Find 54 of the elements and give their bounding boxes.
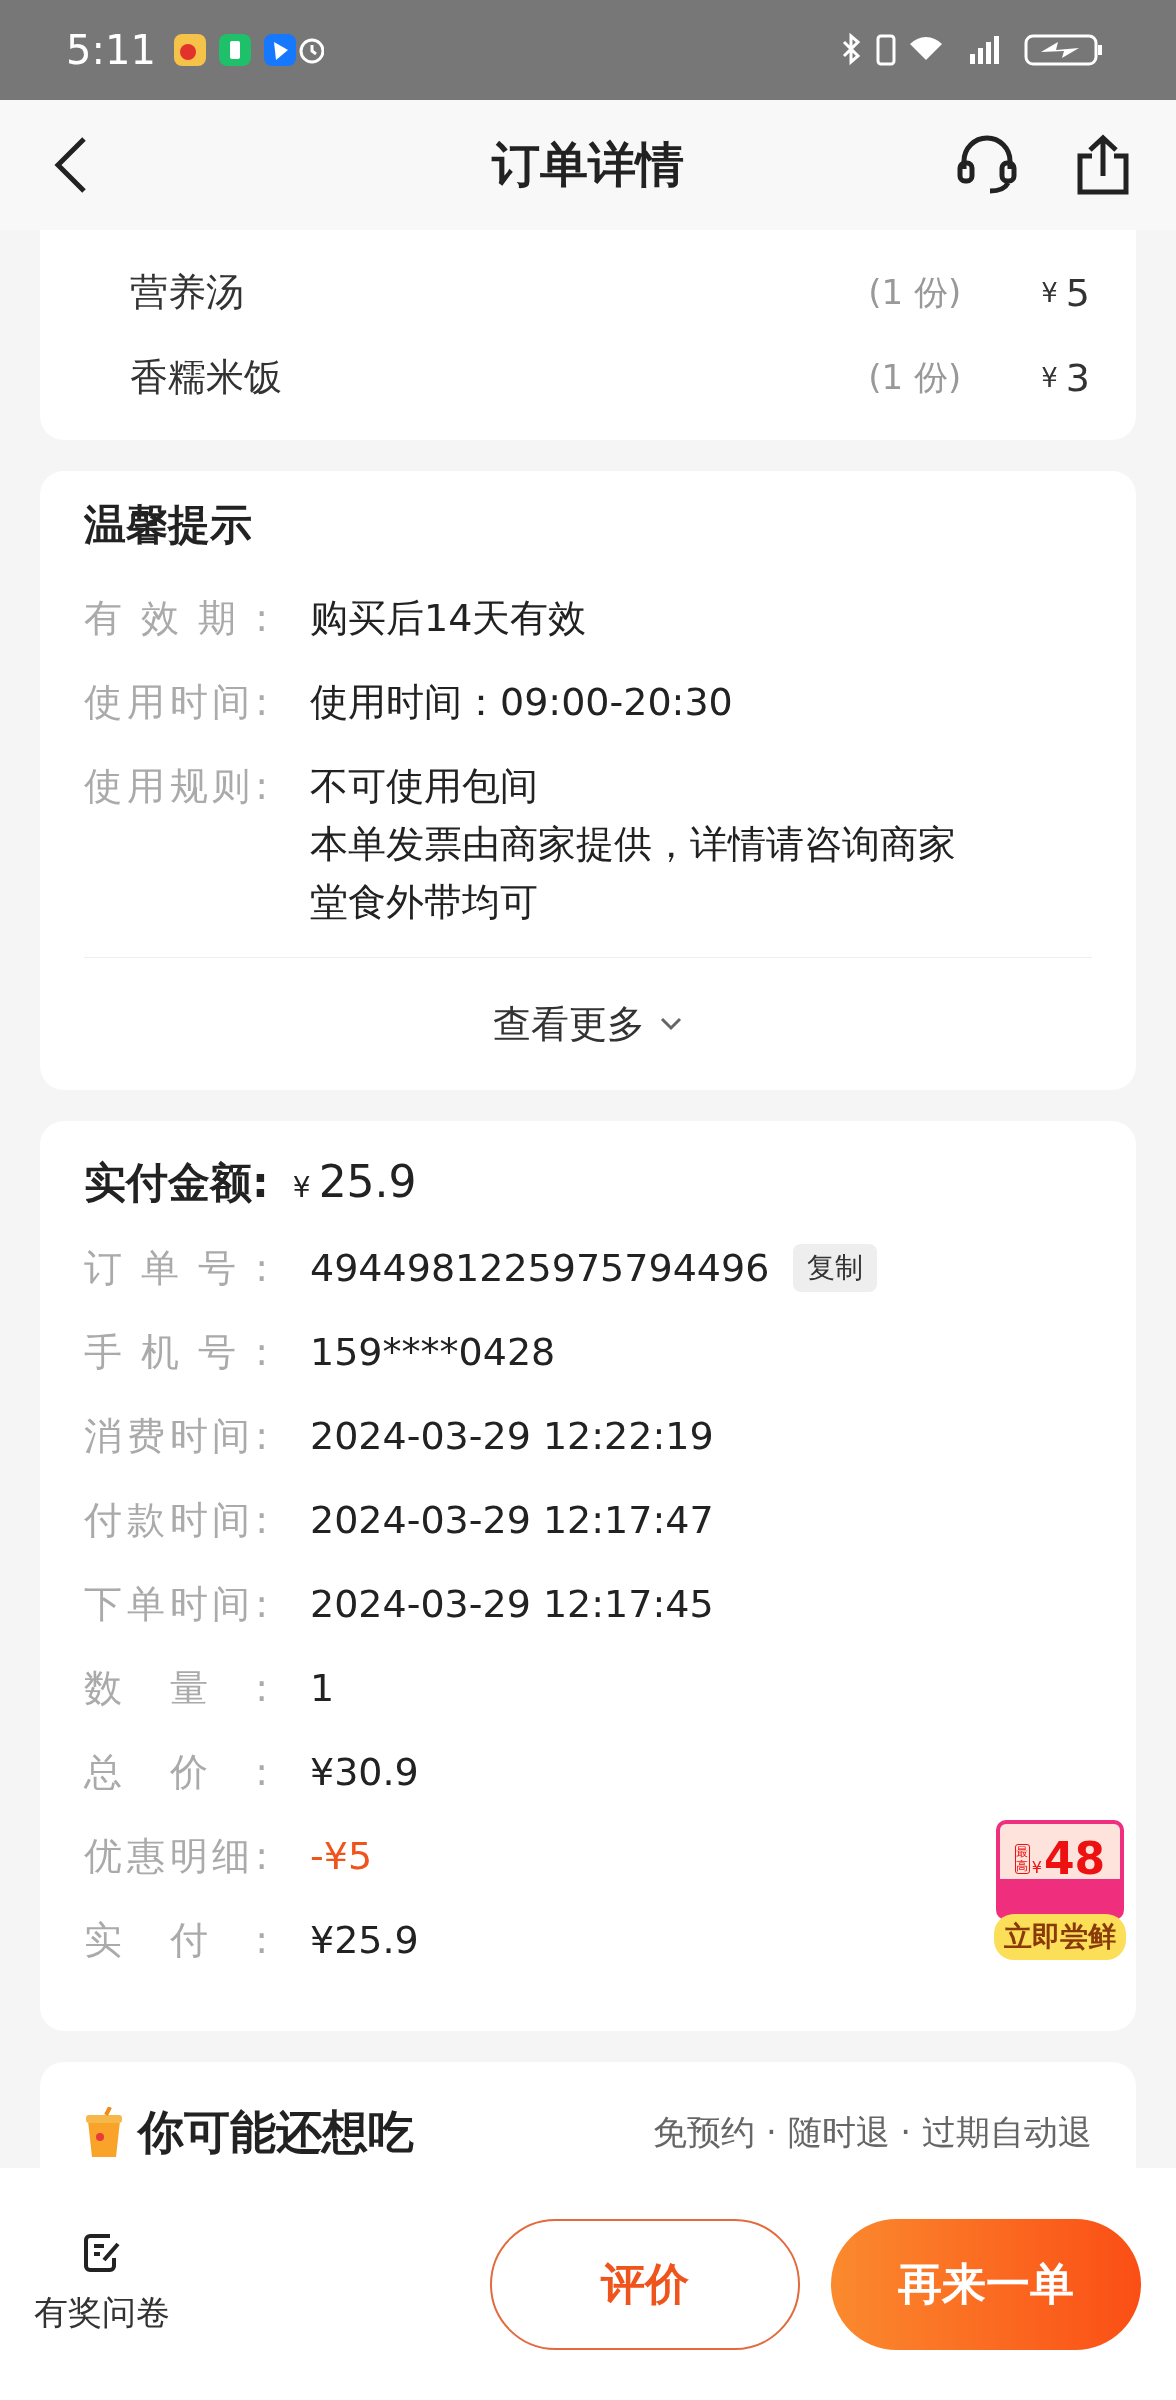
chevron-down-icon bbox=[659, 1016, 683, 1032]
field-value: ¥30.9 bbox=[310, 1749, 419, 1796]
item-name: 营养汤 bbox=[130, 269, 245, 316]
item-price: 3 bbox=[1065, 355, 1090, 400]
badge-amount: 48 bbox=[1043, 1837, 1106, 1881]
field-value: 堂食外带均可 bbox=[310, 879, 539, 926]
page-title: 订单详情 bbox=[492, 135, 684, 194]
field-label: 数量: bbox=[84, 1665, 268, 1712]
section-title: 你可能还想吃 bbox=[138, 2104, 414, 2161]
field-label: 优惠明细: bbox=[84, 1833, 268, 1880]
discount-value: -¥5 bbox=[310, 1833, 373, 1880]
field-label: 手机号: bbox=[84, 1329, 268, 1376]
currency-symbol: ¥ bbox=[1041, 362, 1058, 393]
field-value: 159****0428 bbox=[310, 1329, 556, 1376]
field-label: 下单时间: bbox=[84, 1581, 268, 1628]
status-time: 5:11 bbox=[66, 27, 156, 73]
field-value: 本单发票由商家提供，详情请咨询商家 bbox=[310, 821, 956, 868]
item-quantity: (1 份) bbox=[868, 355, 962, 399]
field-value: 使用时间：09:00-20:30 bbox=[310, 679, 733, 726]
field-label: 订单号: bbox=[84, 1245, 268, 1292]
field-value: 2024-03-29 12:17:47 bbox=[310, 1497, 714, 1544]
field-value: 购买后14天有效 bbox=[310, 595, 587, 642]
paid-amount: 25.9 bbox=[318, 1156, 417, 1207]
review-button[interactable]: 评价 bbox=[490, 2218, 800, 2350]
field-value: 2024-03-29 12:22:19 bbox=[310, 1413, 714, 1460]
drink-cup-icon bbox=[84, 2107, 124, 2159]
currency-symbol: ¥ bbox=[292, 1171, 311, 1204]
item-price: 5 bbox=[1065, 270, 1090, 315]
field-value: 1 bbox=[310, 1665, 335, 1712]
currency-symbol: ¥ bbox=[1041, 277, 1058, 308]
survey-icon[interactable] bbox=[82, 2232, 122, 2274]
field-value: 4944981225975794496 bbox=[310, 1245, 770, 1292]
field-label: 消费时间: bbox=[84, 1413, 268, 1460]
feature-list: 免预约 · 随时退 · 过期自动退 bbox=[653, 2110, 1092, 2156]
copy-button[interactable]: 复制 bbox=[793, 1244, 878, 1292]
badge-cta: 立即尝鲜 bbox=[994, 1914, 1126, 1960]
field-value: ¥25.9 bbox=[310, 1917, 419, 1964]
field-label: 实付: bbox=[84, 1917, 268, 1964]
field-label: 付款时间: bbox=[84, 1497, 268, 1544]
field-label: 总价: bbox=[84, 1749, 268, 1796]
field-value: 2024-03-29 12:17:45 bbox=[310, 1581, 714, 1628]
field-label: 有效期: bbox=[84, 595, 268, 642]
item-name: 香糯米饭 bbox=[130, 354, 283, 401]
section-title: 温馨提示 bbox=[84, 499, 253, 551]
see-more-button[interactable]: 查看更多 bbox=[84, 958, 1092, 1090]
item-quantity: (1 份) bbox=[868, 270, 962, 314]
headset-icon[interactable] bbox=[956, 135, 1018, 195]
section-title: 实付金额: bbox=[84, 1157, 269, 1209]
badge-tag: 最高 bbox=[1014, 1844, 1030, 1874]
field-label: 使用时间: bbox=[84, 679, 268, 726]
field-label: 使用规则: bbox=[84, 763, 268, 810]
field-value: 不可使用包间 bbox=[310, 763, 539, 810]
share-icon[interactable] bbox=[1076, 134, 1130, 196]
survey-label[interactable]: 有奖问卷 bbox=[34, 2290, 170, 2336]
